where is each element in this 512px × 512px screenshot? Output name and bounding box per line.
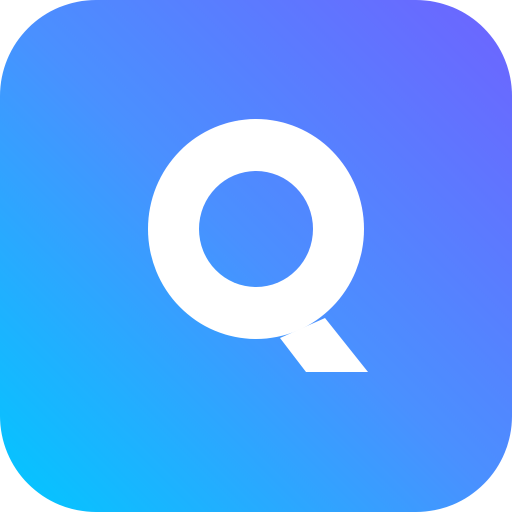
q-bowl: [148, 119, 364, 339]
app-icon-tile[interactable]: [0, 0, 512, 512]
q-letter-icon: [148, 119, 368, 372]
